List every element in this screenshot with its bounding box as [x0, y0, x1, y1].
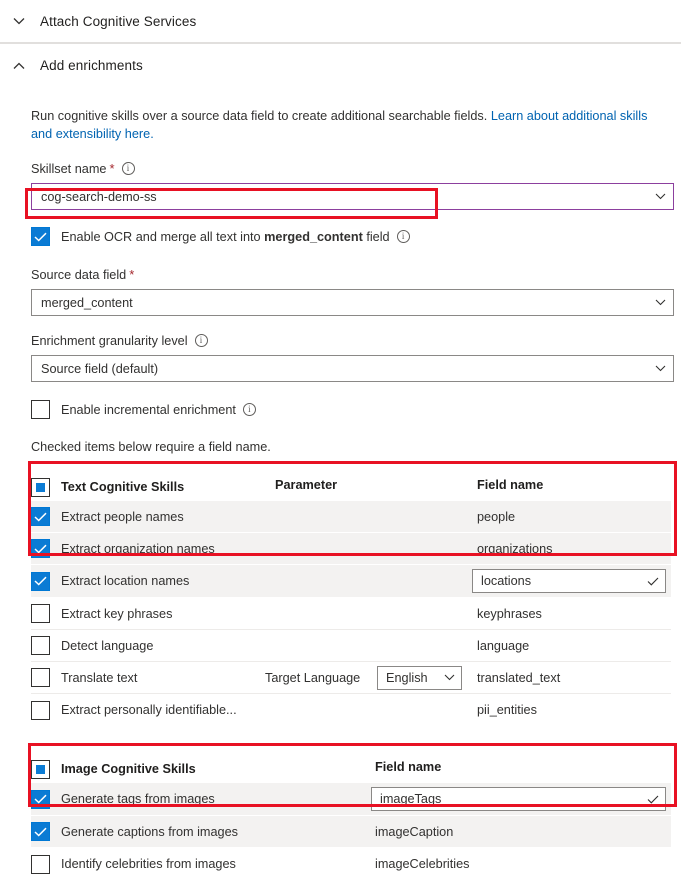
- enable-ocr-label: Enable OCR and merge all text into merge…: [61, 230, 390, 244]
- skill-field-name: locations: [481, 574, 532, 588]
- source-data-field-select[interactable]: merged_content: [31, 289, 674, 316]
- skill-label: Generate captions from images: [61, 824, 239, 839]
- incremental-enrichment-row[interactable]: Enable incremental enrichment i: [31, 400, 681, 419]
- target-language-value: English: [386, 670, 428, 685]
- incremental-enrichment-label: Enable incremental enrichment: [61, 402, 236, 417]
- skill-parameter-label: Target Language: [265, 670, 361, 685]
- target-language-select[interactable]: English: [377, 665, 462, 690]
- skill-field-name: translated_text: [477, 670, 561, 685]
- skillset-name-label: Skillset name: [31, 161, 107, 176]
- skill-label: Translate text: [61, 670, 138, 685]
- checkmark-icon: [641, 795, 665, 804]
- skill-field-name: people: [477, 509, 516, 524]
- table-row[interactable]: Extract people names people: [31, 501, 671, 533]
- granularity-label: Enrichment granularity level: [31, 333, 188, 348]
- text-cognitive-skills-table: Text Cognitive Skills Parameter Field na…: [31, 473, 671, 726]
- chevron-down-icon: [647, 299, 673, 306]
- info-icon-incremental-enrichment[interactable]: i: [242, 403, 256, 416]
- info-icon-enable-ocr[interactable]: i: [396, 230, 410, 243]
- source-data-field-value: merged_content: [41, 295, 133, 310]
- chevron-down-icon: [647, 365, 673, 372]
- intro-paragraph: Run cognitive skills over a source data …: [31, 107, 671, 143]
- skill-field-name: imageCelebrities: [375, 857, 470, 871]
- skill-field-name-input-locations[interactable]: locations: [472, 569, 666, 593]
- skill-label: Identify celebrities from images: [61, 857, 236, 871]
- enable-ocr-row[interactable]: Enable OCR and merge all text into merge…: [31, 227, 681, 246]
- image-skills-title: Image Cognitive Skills: [61, 762, 196, 776]
- granularity-select[interactable]: Source field (default): [31, 355, 674, 382]
- enable-ocr-checkbox[interactable]: [31, 227, 50, 246]
- skill-label: Generate tags from images: [61, 792, 215, 806]
- text-skills-column-parameter: Parameter: [275, 478, 338, 492]
- table-row[interactable]: Extract location names locations: [31, 565, 671, 598]
- table-row[interactable]: Generate captions from images imageCapti…: [31, 816, 671, 848]
- field-name-note: Checked items below require a field name…: [31, 440, 271, 454]
- text-skills-select-all-checkbox[interactable]: [31, 477, 50, 497]
- table-row[interactable]: Generate tags from images imageTags: [31, 783, 671, 816]
- skill-checkbox-identify-celebrities-from-images[interactable]: [31, 854, 50, 874]
- enable-ocr-label-prefix: Enable OCR and merge all text into: [61, 229, 265, 244]
- table-row[interactable]: Detect language language: [31, 630, 671, 662]
- image-skills-column-field-name: Field name: [375, 760, 442, 774]
- skill-label: Extract personally identifiable...: [61, 703, 237, 717]
- skill-checkbox-extract-key-phrases[interactable]: [31, 604, 50, 623]
- skill-field-name: organizations: [477, 541, 553, 556]
- skill-field-name: pii_entities: [477, 703, 537, 717]
- info-icon-granularity[interactable]: i: [194, 334, 208, 347]
- skill-checkbox-extract-people-names[interactable]: [31, 507, 50, 526]
- chevron-down-icon: [10, 12, 28, 30]
- skill-checkbox-extract-organization-names[interactable]: [31, 539, 50, 558]
- table-row[interactable]: Extract key phrases keyphrases: [31, 598, 671, 630]
- enrichments-panel: Run cognitive skills over a source data …: [0, 107, 681, 880]
- text-skills-title: Text Cognitive Skills: [61, 480, 185, 494]
- skillset-name-label-row: Skillset name * i: [31, 160, 681, 177]
- skill-checkbox-extract-pii[interactable]: [31, 700, 50, 720]
- skill-field-name: keyphrases: [477, 606, 542, 621]
- chevron-down-icon: [647, 193, 673, 200]
- info-icon-skillset-name[interactable]: i: [121, 162, 135, 175]
- skill-checkbox-extract-location-names[interactable]: [31, 571, 50, 591]
- incremental-enrichment-checkbox[interactable]: [31, 400, 50, 419]
- checkmark-icon: [641, 577, 665, 586]
- skill-label: Extract people names: [61, 509, 184, 524]
- skill-label: Extract key phrases: [61, 606, 173, 621]
- section-header-attach-cognitive-services[interactable]: Attach Cognitive Services: [0, 0, 681, 43]
- chevron-up-icon: [10, 57, 28, 75]
- enable-ocr-label-suffix: field: [362, 229, 390, 244]
- skill-label: Extract organization names: [61, 541, 215, 556]
- text-skills-header-row: Text Cognitive Skills Parameter Field na…: [31, 473, 671, 501]
- skill-checkbox-detect-language[interactable]: [31, 636, 50, 655]
- table-row[interactable]: Extract personally identifiable... pii_e…: [31, 694, 671, 726]
- image-skills-select-all-checkbox[interactable]: [31, 759, 50, 779]
- source-data-field-label-row: Source data field *: [31, 266, 681, 283]
- granularity-label-row: Enrichment granularity level i: [31, 332, 681, 349]
- intro-text: Run cognitive skills over a source data …: [31, 109, 491, 123]
- skill-field-name: language: [477, 638, 530, 653]
- skill-field-name-input-image-tags[interactable]: imageTags: [371, 787, 666, 811]
- table-row[interactable]: Identify celebrities from images imageCe…: [31, 848, 671, 880]
- section-header-add-enrichments[interactable]: Add enrichments: [0, 43, 681, 87]
- table-row[interactable]: Translate text Target Language English t…: [31, 662, 671, 694]
- skill-checkbox-generate-tags-from-images[interactable]: [31, 789, 50, 809]
- chevron-down-icon: [437, 674, 461, 681]
- text-skills-column-field-name: Field name: [477, 478, 544, 492]
- skillset-name-value: cog-search-demo-ss: [41, 189, 157, 204]
- skill-field-name: imageCaption: [375, 824, 454, 839]
- image-cognitive-skills-table: Image Cognitive Skills Field name Genera…: [31, 755, 671, 880]
- section-title-add-enrichments: Add enrichments: [40, 58, 143, 73]
- image-skills-header-row: Image Cognitive Skills Field name: [31, 755, 671, 783]
- merged-content-field-name: merged_content: [264, 229, 363, 244]
- skillset-name-input[interactable]: cog-search-demo-ss: [31, 183, 674, 210]
- source-data-field-label: Source data field: [31, 267, 127, 282]
- skill-checkbox-generate-captions-from-images[interactable]: [31, 822, 50, 841]
- skillset-name-required-marker: *: [109, 161, 115, 176]
- granularity-value: Source field (default): [41, 361, 159, 376]
- skill-field-name: imageTags: [380, 792, 442, 806]
- skill-checkbox-translate-text[interactable]: [31, 668, 50, 687]
- skill-label: Extract location names: [61, 574, 190, 588]
- source-data-field-required-marker: *: [129, 267, 135, 282]
- table-row[interactable]: Extract organization names organizations: [31, 533, 671, 565]
- section-title-attach-cognitive-services: Attach Cognitive Services: [40, 13, 197, 29]
- skill-label: Detect language: [61, 638, 154, 653]
